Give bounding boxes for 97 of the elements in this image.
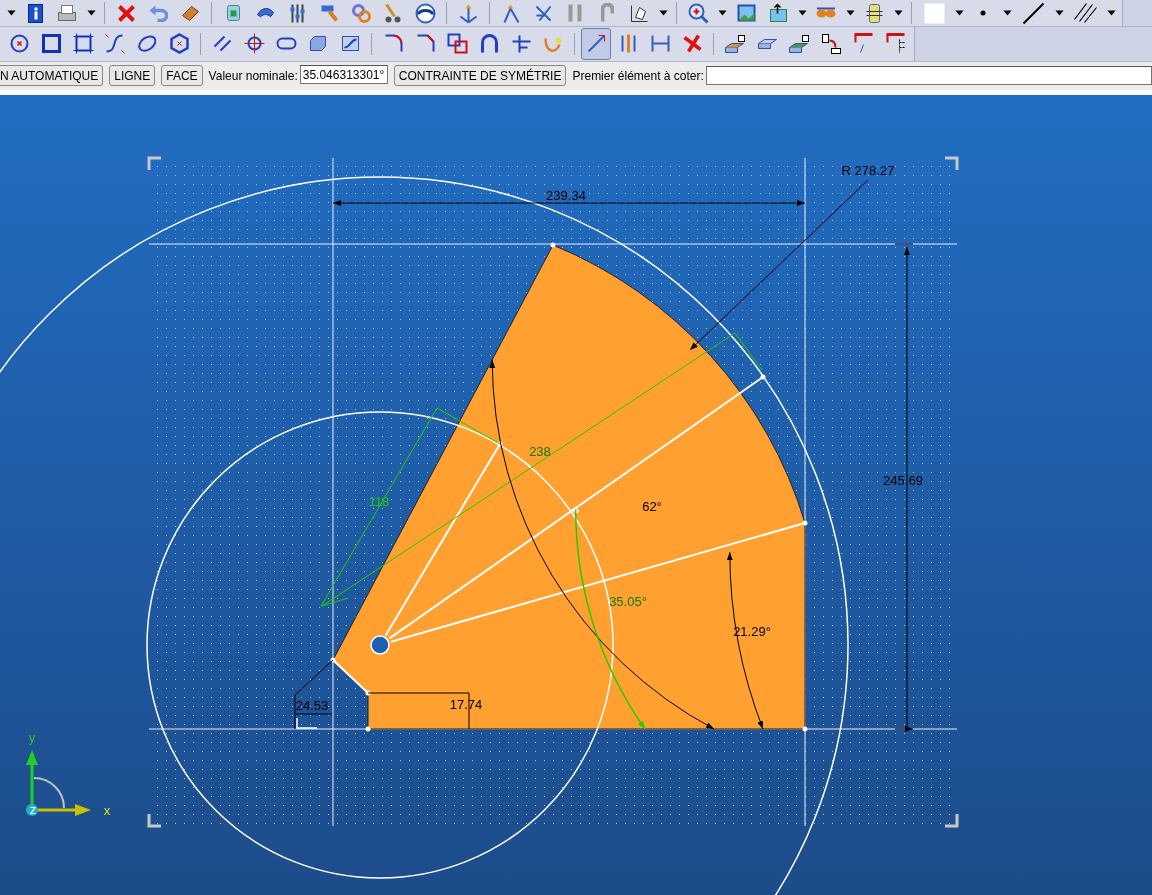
construction-line[interactable] xyxy=(390,522,806,643)
trim-icon xyxy=(510,33,532,54)
slot-icon xyxy=(275,37,297,51)
corner-bracket xyxy=(945,814,959,828)
sketch-point[interactable] xyxy=(550,242,556,248)
dimension-arrows-icon xyxy=(620,33,636,55)
overlapping-squares-icon xyxy=(446,33,468,55)
surface-icon xyxy=(340,35,360,53)
command-button[interactable]: LIGNE xyxy=(109,65,156,87)
line-style-icon xyxy=(1021,1,1045,25)
cross-icon xyxy=(682,34,702,54)
gauge-icon xyxy=(414,2,436,24)
fork-icon xyxy=(567,3,583,23)
sketch-point[interactable] xyxy=(365,690,371,696)
dimension-label: 239.34 xyxy=(546,188,586,203)
sector-face[interactable] xyxy=(332,244,806,730)
crosshair-icon xyxy=(242,32,266,56)
dimension-label: 238 xyxy=(529,444,551,459)
caret-icon xyxy=(657,9,669,17)
square-icon xyxy=(41,34,61,54)
trolley-icon xyxy=(384,2,402,24)
axis-label: x xyxy=(103,803,111,818)
curve-icon xyxy=(543,35,563,53)
corner-bracket xyxy=(945,156,959,170)
center-point[interactable] xyxy=(370,635,390,655)
spline-icon xyxy=(104,32,126,55)
sketch-point[interactable] xyxy=(802,726,808,732)
dimension-label: R 278.27 xyxy=(841,163,895,178)
caret-icon xyxy=(844,9,856,17)
dimension-label: 118 xyxy=(368,494,390,509)
fillet-icon xyxy=(383,34,403,54)
tree-icon xyxy=(884,33,906,55)
command-button[interactable]: N AUTOMATIQUE xyxy=(0,65,104,87)
info-icon xyxy=(26,2,44,24)
sketch-point[interactable] xyxy=(497,441,503,447)
block-icon xyxy=(756,37,778,50)
box-icon xyxy=(309,35,327,53)
sketch-point[interactable] xyxy=(802,520,808,526)
color-swatch-icon xyxy=(922,1,946,25)
caret-icon xyxy=(796,9,808,17)
frame-icon xyxy=(71,32,95,56)
corner-bracket xyxy=(147,156,161,170)
dimension-label: 62° xyxy=(642,499,662,514)
axis-triad-drawing xyxy=(26,750,91,816)
dimension-label: 24.53 xyxy=(295,698,329,713)
caret-icon xyxy=(1105,9,1117,17)
field-label: Premier élément à coter: xyxy=(572,68,704,83)
axis-label: y xyxy=(28,730,36,745)
command-button[interactable]: CONTRAINTE DE SYMÉTRIE xyxy=(393,65,567,87)
command-button[interactable]: FACE xyxy=(161,65,203,87)
magnifier-icon xyxy=(687,2,709,24)
block-icon xyxy=(788,33,810,54)
caret-icon xyxy=(85,9,97,17)
caret-icon xyxy=(953,9,965,17)
dimension-icon xyxy=(586,34,606,54)
dimension-line xyxy=(294,659,334,730)
cross-icon xyxy=(117,4,135,22)
dimension-label: 21.29° xyxy=(733,624,771,639)
chamfer-icon xyxy=(415,34,435,54)
circle-icon xyxy=(9,34,29,54)
hook-icon xyxy=(600,3,614,23)
swap-icon xyxy=(820,32,842,55)
dimension-label: 17.74 xyxy=(449,697,483,712)
caret-icon xyxy=(892,9,904,17)
sketch-point[interactable] xyxy=(365,726,371,732)
arch-icon xyxy=(480,33,498,54)
origin-icon xyxy=(296,717,318,729)
sliders-icon xyxy=(288,2,306,24)
hammer-icon xyxy=(320,4,338,22)
input-field[interactable] xyxy=(705,66,1152,86)
corner-bracket xyxy=(147,814,161,828)
glasses-icon xyxy=(815,7,837,19)
undo-arrow-icon xyxy=(148,4,168,22)
caret-icon xyxy=(716,9,728,17)
dimension-label: 245.69 xyxy=(883,473,923,488)
width-dimension-icon xyxy=(650,34,670,54)
parallel-lines-icon xyxy=(212,35,232,53)
eraser-icon xyxy=(180,4,200,22)
tree-icon xyxy=(852,33,874,55)
axis-label: z xyxy=(29,802,37,817)
sketch-edge[interactable] xyxy=(332,659,369,694)
caret-icon xyxy=(1053,9,1065,17)
dimension-label: 35.05° xyxy=(609,594,647,609)
block-icon xyxy=(724,33,746,54)
caret-icon xyxy=(5,9,17,17)
hexagon-icon xyxy=(169,33,189,55)
hatch-icon xyxy=(1072,2,1098,24)
sketch-point[interactable] xyxy=(330,657,336,663)
input-field[interactable]: 35.046313301° xyxy=(299,65,388,85)
caret-icon xyxy=(1001,9,1013,17)
spool-icon xyxy=(864,2,884,24)
point-style-icon xyxy=(979,9,987,17)
printer-icon xyxy=(57,4,77,22)
picture-icon xyxy=(736,4,756,22)
picture-icon xyxy=(768,3,788,23)
jar-icon xyxy=(225,4,241,22)
field-label: Valeur nominale: xyxy=(208,68,298,83)
